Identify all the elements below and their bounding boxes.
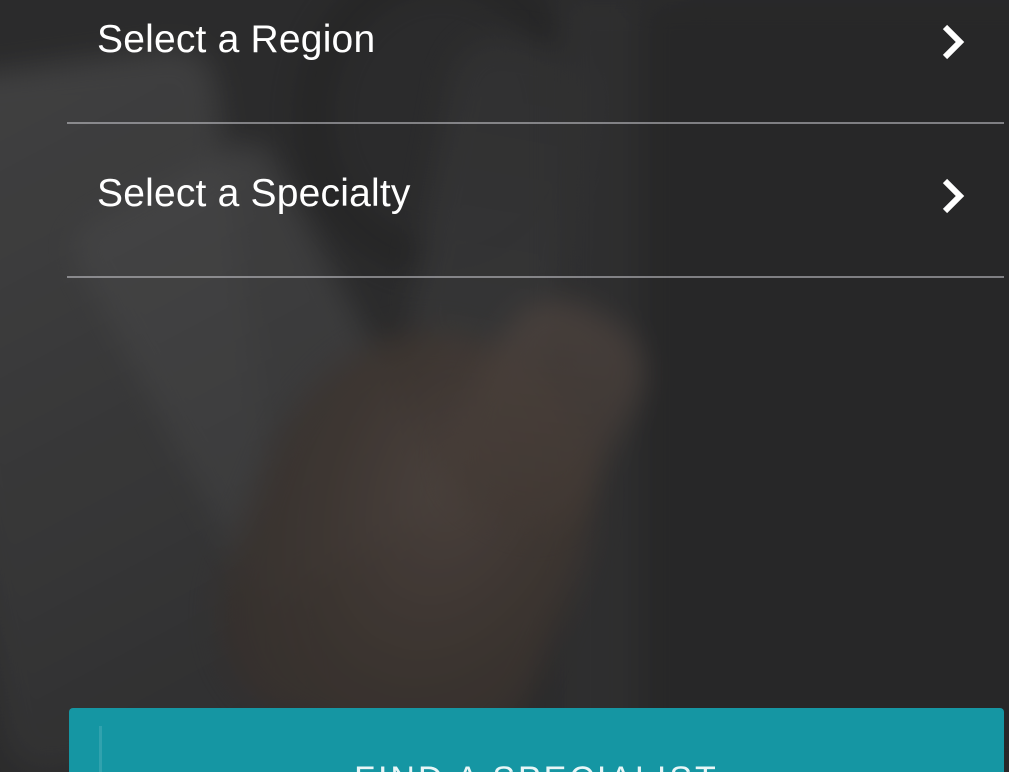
find-specialist-button[interactable]: FIND A SPECIALIST (69, 708, 1004, 772)
specialist-search-screen: Select a Region Select a Specialty FIND … (0, 0, 1009, 772)
chevron-right-icon (942, 24, 965, 60)
find-specialist-label: FIND A SPECIALIST (69, 760, 1004, 772)
selection-menu: Select a Region Select a Specialty (67, 0, 1004, 278)
select-specialty-label: Select a Specialty (97, 172, 411, 215)
select-region-label: Select a Region (97, 18, 376, 61)
menu-divider (67, 276, 1004, 278)
select-specialty-row[interactable]: Select a Specialty (67, 124, 1004, 276)
select-region-row[interactable]: Select a Region (67, 0, 1004, 122)
chevron-right-icon (942, 178, 965, 214)
